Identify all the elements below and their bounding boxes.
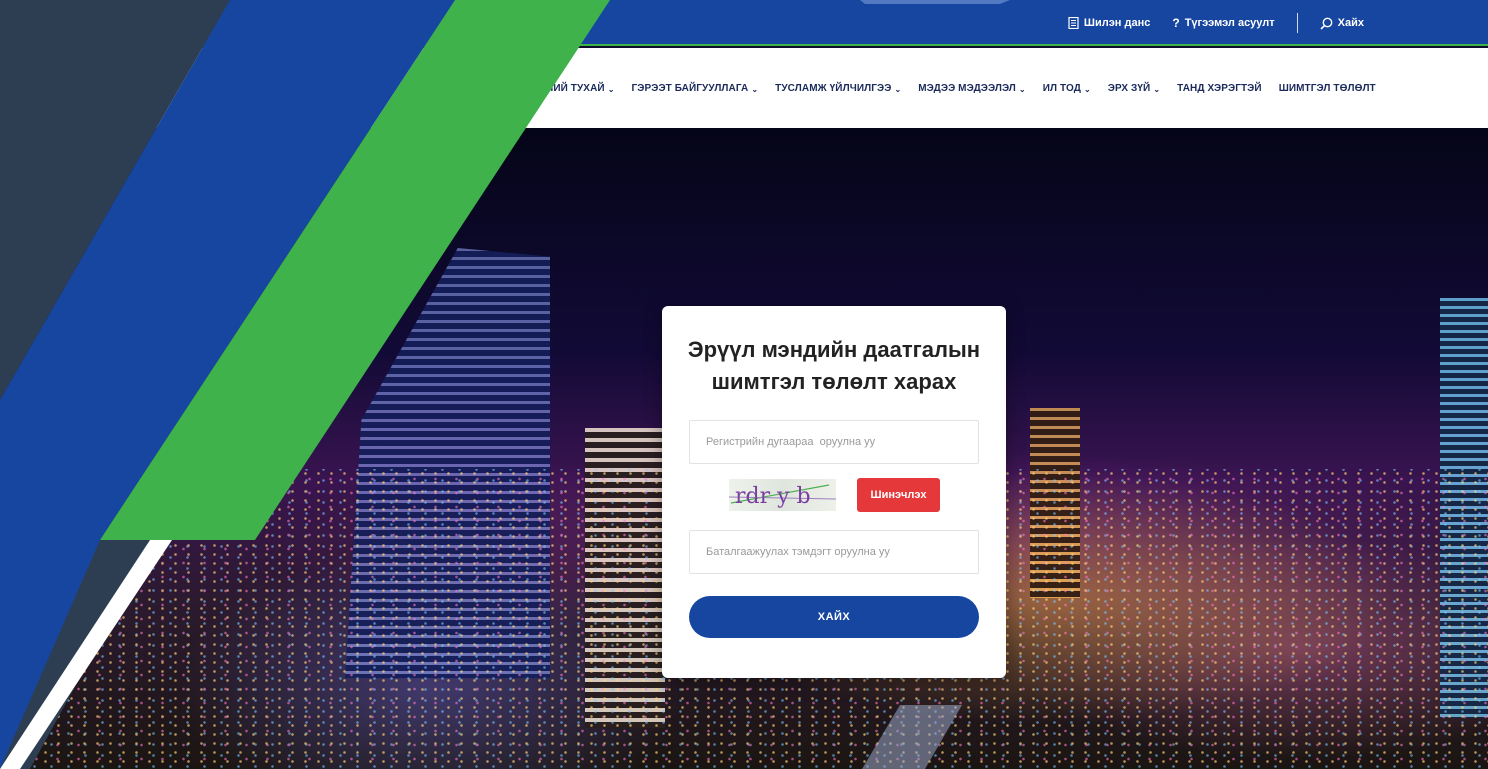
captcha-image: rdr y b xyxy=(728,479,837,511)
top-bar-links: Шилэн данс ? Түгээмэл асуулт Хайх xyxy=(1068,0,1364,46)
captcha-text: rdr y b xyxy=(735,484,811,509)
nav-item-label: ИЛ ТОД xyxy=(1042,82,1081,94)
search-button[interactable]: ХАЙХ xyxy=(689,596,979,638)
search-icon xyxy=(1320,17,1333,30)
nav-item-label: ШИМТГЭЛ ТӨЛӨЛТ xyxy=(1278,82,1376,94)
contribution-search-card: Эрүүл мэндийн даатгалын шимтгэл төлөлт х… xyxy=(662,306,1006,678)
chevron-down-icon: ⌄ xyxy=(607,84,615,94)
chevron-down-icon: ⌄ xyxy=(1018,84,1026,94)
card-title-line1: Эрүүл мэндийн даатгалын xyxy=(687,337,981,362)
transparency-account-link[interactable]: Шилэн данс xyxy=(1068,17,1150,29)
nav-item-label: ЭРХ ЗҮЙ xyxy=(1107,82,1151,94)
search-link[interactable]: Хайх xyxy=(1320,17,1364,30)
main-nav: НИЙ ТУХАЙ ⌄ ГЭРЭЭТ БАЙГУУЛЛАГА ⌄ ТУСЛАМЖ… xyxy=(0,48,1488,128)
top-bar: Шилэн данс ? Түгээмэл асуулт Хайх xyxy=(0,0,1488,46)
nav-item-label: ТУСЛАМЖ ҮЙЛЧИЛГЭЭ xyxy=(775,82,892,94)
captcha-code-input[interactable] xyxy=(689,530,979,574)
nav-item-transparency[interactable]: ИЛ ТОД ⌄ xyxy=(1043,83,1091,94)
nav-item-label: ТАНД ХЭРЭГТЭЙ xyxy=(1177,82,1262,94)
faq-link[interactable]: ? Түгээмэл асуулт xyxy=(1172,16,1274,30)
nav-item-news[interactable]: МЭДЭЭ МЭДЭЭЛЭЛ ⌄ xyxy=(918,83,1025,94)
nav-item-contracted-orgs[interactable]: ГЭРЭЭТ БАЙГУУЛЛАГА ⌄ xyxy=(632,83,759,94)
nav-item-for-you[interactable]: ТАНД ХЭРЭГТЭЙ xyxy=(1177,83,1262,94)
nav-item-label: МЭДЭЭ МЭДЭЭЛЭЛ xyxy=(918,82,1016,94)
card-title: Эрүүл мэндийн даатгалын шимтгэл төлөлт х… xyxy=(662,334,1006,398)
card-title-line2: шимтгэл төлөлт харах xyxy=(711,369,957,394)
chevron-down-icon: ⌄ xyxy=(751,84,759,94)
question-icon: ? xyxy=(1172,16,1180,30)
nav-item-services[interactable]: ТУСЛАМЖ ҮЙЛЧИЛГЭЭ ⌄ xyxy=(775,83,901,94)
chevron-down-icon: ⌄ xyxy=(1083,84,1091,94)
nav-items: НИЙ ТУХАЙ ⌄ ГЭРЭЭТ БАЙГУУЛЛАГА ⌄ ТУСЛАМЖ… xyxy=(546,48,1376,128)
nav-item-label: НИЙ ТУХАЙ xyxy=(546,82,605,94)
register-number-input[interactable] xyxy=(689,420,979,464)
nav-item-about[interactable]: НИЙ ТУХАЙ ⌄ xyxy=(546,83,615,94)
nav-item-legal[interactable]: ЭРХ ЗҮЙ ⌄ xyxy=(1108,83,1160,94)
search-link-label: Хайх xyxy=(1337,17,1364,29)
transparency-account-label: Шилэн данс xyxy=(1083,17,1151,29)
nav-item-label: ГЭРЭЭТ БАЙГУУЛЛАГА xyxy=(631,82,749,94)
chevron-down-icon: ⌄ xyxy=(1153,84,1161,94)
document-icon xyxy=(1068,17,1079,29)
divider xyxy=(1296,13,1298,33)
refresh-captcha-button[interactable]: Шинэчлэх xyxy=(857,478,940,512)
faq-label: Түгээмэл асуулт xyxy=(1184,17,1275,29)
nav-item-contributions[interactable]: ШИМТГЭЛ ТӨЛӨЛТ xyxy=(1279,83,1376,94)
chevron-down-icon: ⌄ xyxy=(894,84,902,94)
